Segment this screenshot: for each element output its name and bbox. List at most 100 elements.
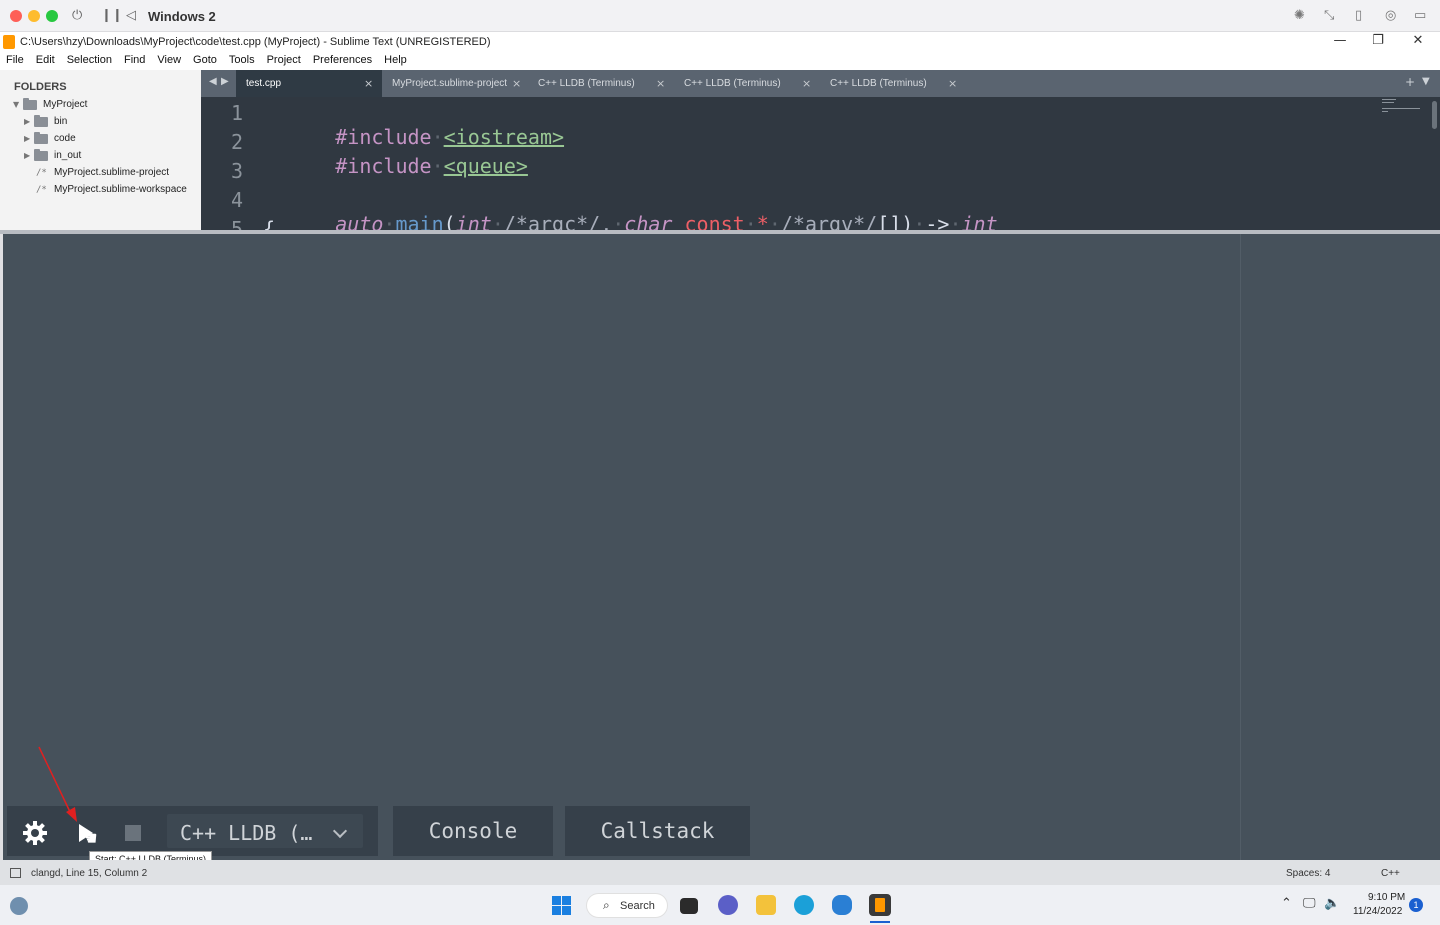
- close-button[interactable]: ✕: [1398, 32, 1438, 52]
- tab-lldb-terminus-1[interactable]: C++ LLDB (Terminus) ×: [528, 70, 674, 97]
- paren: (: [443, 212, 456, 230]
- resize-icon[interactable]: ⤡: [1324, 8, 1334, 23]
- code-line-1: 1 #include·<iostream>: [201, 101, 564, 149]
- taskbar: ⌕ Search ⌃ 🖵 🔈 9:10 PM 11/24/2022 1: [0, 885, 1440, 925]
- tab-lldb-terminus-2[interactable]: C++ LLDB (Terminus) ×: [674, 70, 820, 97]
- chat-icon[interactable]: [718, 895, 738, 915]
- tree-folder-bin[interactable]: ▶ bin: [24, 114, 67, 127]
- tree-file-sublime-project[interactable]: /* MyProject.sublime-project: [36, 167, 169, 178]
- menu-goto[interactable]: Goto: [187, 52, 223, 70]
- volume-icon[interactable]: 🔈: [1324, 896, 1340, 911]
- tab-prev-icon[interactable]: ◀: [209, 76, 217, 87]
- sidebar: FOLDERS ▼ MyProject ▶ bin ▶ code ▶ in_ou…: [0, 70, 201, 230]
- taskbar-search[interactable]: ⌕ Search: [586, 893, 668, 918]
- settings-circle-icon[interactable]: ◎: [1385, 8, 1396, 23]
- tab-label: C++ LLDB (Terminus): [684, 78, 781, 89]
- tree-root-myproject[interactable]: ▼ MyProject: [13, 97, 87, 110]
- tab-label: test.cpp: [246, 78, 282, 89]
- window-title: C:\Users\hzy\Downloads\MyProject\code\te…: [20, 36, 491, 48]
- clock-date[interactable]: 11/24/2022: [1353, 906, 1402, 917]
- tab-test-cpp[interactable]: test.cpp ×: [236, 70, 382, 97]
- back-icon[interactable]: ◁: [126, 8, 136, 23]
- menu-help[interactable]: Help: [378, 52, 413, 70]
- console-tab[interactable]: Console: [393, 806, 553, 856]
- line-number: 5: [230, 217, 243, 230]
- folder-icon: [34, 148, 48, 161]
- debugger-panel: C++ LLDB (… Console Callstack ☚ Start: C…: [0, 230, 1440, 867]
- minimap[interactable]: [1382, 99, 1422, 123]
- panel-divider[interactable]: [1240, 234, 1241, 860]
- callstack-tab[interactable]: Callstack: [565, 806, 750, 856]
- clock-time[interactable]: 9:10 PM: [1368, 892, 1405, 903]
- tree-folder-in-out[interactable]: ▶ in_out: [24, 148, 81, 161]
- tree-file-label: MyProject.sublime-workspace: [54, 184, 187, 195]
- code-line-5: 5 {: [201, 217, 275, 230]
- power-icon[interactable]: ⏻: [72, 8, 82, 23]
- cloud-app-icon[interactable]: [832, 895, 852, 915]
- code-editor[interactable]: 1 #include·<iostream> 2 #include·<queue>…: [201, 97, 1440, 230]
- file-comment-icon: /*: [36, 167, 47, 178]
- close-window-button[interactable]: [10, 10, 22, 22]
- menu-selection[interactable]: Selection: [61, 52, 118, 70]
- preprocessor-directive: #include: [335, 154, 432, 178]
- status-indentation[interactable]: Spaces: 4: [1286, 868, 1330, 879]
- tree-file-sublime-workspace[interactable]: /* MyProject.sublime-workspace: [36, 184, 187, 195]
- minimize-window-button[interactable]: [28, 10, 40, 22]
- menu-view[interactable]: View: [151, 52, 187, 70]
- tab-list-chevron-icon[interactable]: ▼: [1422, 76, 1430, 87]
- task-view-icon[interactable]: [680, 898, 698, 914]
- file-comment-icon: /*: [36, 184, 47, 195]
- new-tab-plus-icon[interactable]: +: [1405, 75, 1415, 89]
- status-position: clangd, Line 15, Column 2: [31, 868, 148, 879]
- zoom-window-button[interactable]: [46, 10, 58, 22]
- host-title: Windows 2: [148, 9, 216, 24]
- menu-bar: File Edit Selection Find View Goto Tools…: [0, 52, 1440, 70]
- editor-scrollbar[interactable]: [1432, 101, 1437, 129]
- stop-icon[interactable]: [125, 825, 141, 841]
- line-number: 1: [230, 101, 243, 125]
- menu-file[interactable]: File: [0, 52, 30, 70]
- tab-label: C++ LLDB (Terminus): [538, 78, 635, 89]
- brackets: []): [877, 212, 914, 230]
- tree-folder-code[interactable]: ▶ code: [24, 131, 76, 144]
- network-icon[interactable]: 🖵: [1303, 896, 1316, 911]
- close-icon[interactable]: ×: [948, 77, 957, 90]
- close-icon[interactable]: ×: [364, 77, 373, 90]
- menu-edit[interactable]: Edit: [30, 52, 61, 70]
- pause-icon[interactable]: ❙❙: [101, 8, 123, 23]
- pointer-star: *: [756, 212, 769, 230]
- minimize-button[interactable]: —: [1320, 32, 1360, 52]
- windows-start-icon[interactable]: [552, 896, 571, 915]
- status-syntax[interactable]: C++: [1381, 868, 1400, 879]
- brightness-icon[interactable]: ✺: [1294, 8, 1305, 23]
- usb-icon[interactable]: ▯: [1355, 8, 1362, 23]
- tab-lldb-terminus-3[interactable]: C++ LLDB (Terminus) ×: [820, 70, 966, 97]
- menu-find[interactable]: Find: [118, 52, 151, 70]
- close-icon[interactable]: ×: [656, 77, 665, 90]
- tray-overflow-chevron-icon[interactable]: ⌃: [1281, 896, 1292, 911]
- menu-tools[interactable]: Tools: [223, 52, 261, 70]
- debug-target-select[interactable]: C++ LLDB (…: [167, 814, 363, 848]
- close-icon[interactable]: ×: [802, 77, 811, 90]
- weather-widget-icon[interactable]: [10, 897, 28, 915]
- gear-icon[interactable]: [23, 821, 47, 845]
- panel-toggle-icon[interactable]: [10, 868, 21, 878]
- edge-browser-icon[interactable]: [794, 895, 814, 915]
- file-explorer-icon[interactable]: [756, 895, 776, 915]
- menu-preferences[interactable]: Preferences: [307, 52, 378, 70]
- arrow-operator: ->: [925, 212, 950, 230]
- maximize-button[interactable]: ❐: [1358, 32, 1398, 52]
- code-line-2: 2 #include·<queue>: [201, 130, 528, 178]
- tree-folder-label: code: [54, 133, 76, 144]
- mouse-cursor-icon: ☚: [80, 826, 98, 850]
- close-icon[interactable]: ×: [512, 77, 521, 90]
- host-titlebar: ⏻ ❙❙ ◁ Windows 2 ✺ ⤡ ▯ ◎ ▭: [0, 0, 1440, 32]
- tab-next-icon[interactable]: ▶: [221, 76, 229, 87]
- menu-project[interactable]: Project: [261, 52, 307, 70]
- sublime-taskbar-icon[interactable]: [869, 894, 891, 916]
- notification-badge[interactable]: 1: [1409, 898, 1423, 912]
- search-label: Search: [620, 900, 655, 912]
- include-header: <queue>: [443, 154, 528, 178]
- tab-myproject-sublime-project[interactable]: MyProject.sublime-project ×: [382, 70, 528, 97]
- folder-share-icon[interactable]: ▭: [1414, 8, 1426, 23]
